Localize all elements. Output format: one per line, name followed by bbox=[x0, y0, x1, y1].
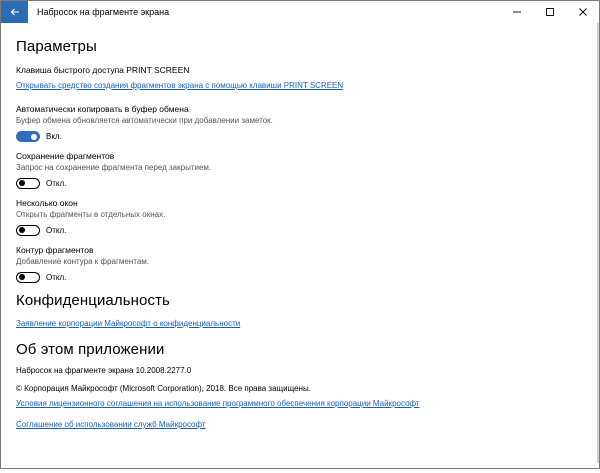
multiple-windows-toggle[interactable] bbox=[16, 225, 40, 236]
app-version: Набросок на фрагменте экрана 10.2008.227… bbox=[16, 366, 192, 375]
settings-window: Набросок на фрагменте экрана Параметры К… bbox=[0, 0, 600, 469]
save-fragments-toggle[interactable] bbox=[16, 178, 40, 189]
auto-copy-state: Вкл. bbox=[46, 132, 62, 141]
auto-copy-description: Буфер обмена обновляется автоматически п… bbox=[16, 116, 273, 125]
multiple-windows-description: Открыть фрагменты в отдельных окнах. bbox=[16, 210, 166, 219]
license-terms-link[interactable]: Условия лицензионного соглашения на испо… bbox=[16, 399, 420, 408]
minimize-icon bbox=[512, 11, 521, 13]
outline-description: Добавление контура к фрагментам. bbox=[16, 257, 150, 266]
print-screen-label: Клавиша быстрого доступа PRINT SCREEN bbox=[16, 65, 190, 75]
save-fragments-label: Сохранение фрагментов bbox=[16, 151, 115, 161]
about-heading: Об этом приложении bbox=[16, 341, 165, 358]
save-fragments-description: Запрос на сохранение фрагмента перед зак… bbox=[16, 163, 212, 172]
parameters-heading: Параметры bbox=[16, 38, 97, 55]
outline-toggle[interactable] bbox=[16, 272, 40, 283]
print-screen-link[interactable]: Открывать средство создания фрагментов э… bbox=[16, 81, 343, 90]
privacy-statement-link[interactable]: Заявление корпорации Майкрософт о конфид… bbox=[16, 319, 240, 328]
privacy-heading: Конфиденциальность bbox=[16, 292, 170, 309]
back-arrow-icon bbox=[10, 8, 19, 16]
minimize-button[interactable] bbox=[500, 1, 533, 23]
copyright-text: © Корпорация Майкрософт (Microsoft Corpo… bbox=[16, 384, 311, 393]
close-icon bbox=[578, 8, 587, 16]
auto-copy-label: Автоматически копировать в буфер обмена bbox=[16, 104, 189, 114]
maximize-icon bbox=[545, 8, 554, 16]
outline-state: Откл. bbox=[46, 273, 67, 282]
maximize-button[interactable] bbox=[533, 1, 566, 23]
window-title: Набросок на фрагменте экрана bbox=[37, 7, 170, 17]
save-fragments-state: Откл. bbox=[46, 179, 67, 188]
toggle-knob bbox=[19, 274, 25, 281]
services-agreement-link[interactable]: Соглашение об использовании служб Майкро… bbox=[16, 420, 206, 429]
multiple-windows-state: Откл. bbox=[46, 226, 67, 235]
multiple-windows-label: Несколько окон bbox=[16, 198, 78, 208]
outline-label: Контур фрагментов bbox=[16, 245, 94, 255]
toggle-knob bbox=[19, 180, 25, 187]
settings-content: Параметры Клавиша быстрого доступа PRINT… bbox=[1, 23, 599, 473]
auto-copy-toggle[interactable] bbox=[16, 131, 40, 142]
close-button[interactable] bbox=[566, 1, 599, 23]
toggle-knob bbox=[19, 227, 25, 234]
vertical-scrollbar[interactable] bbox=[597, 23, 599, 463]
back-button[interactable] bbox=[1, 1, 28, 23]
title-bar: Набросок на фрагменте экрана bbox=[1, 1, 599, 23]
toggle-knob bbox=[31, 133, 37, 140]
